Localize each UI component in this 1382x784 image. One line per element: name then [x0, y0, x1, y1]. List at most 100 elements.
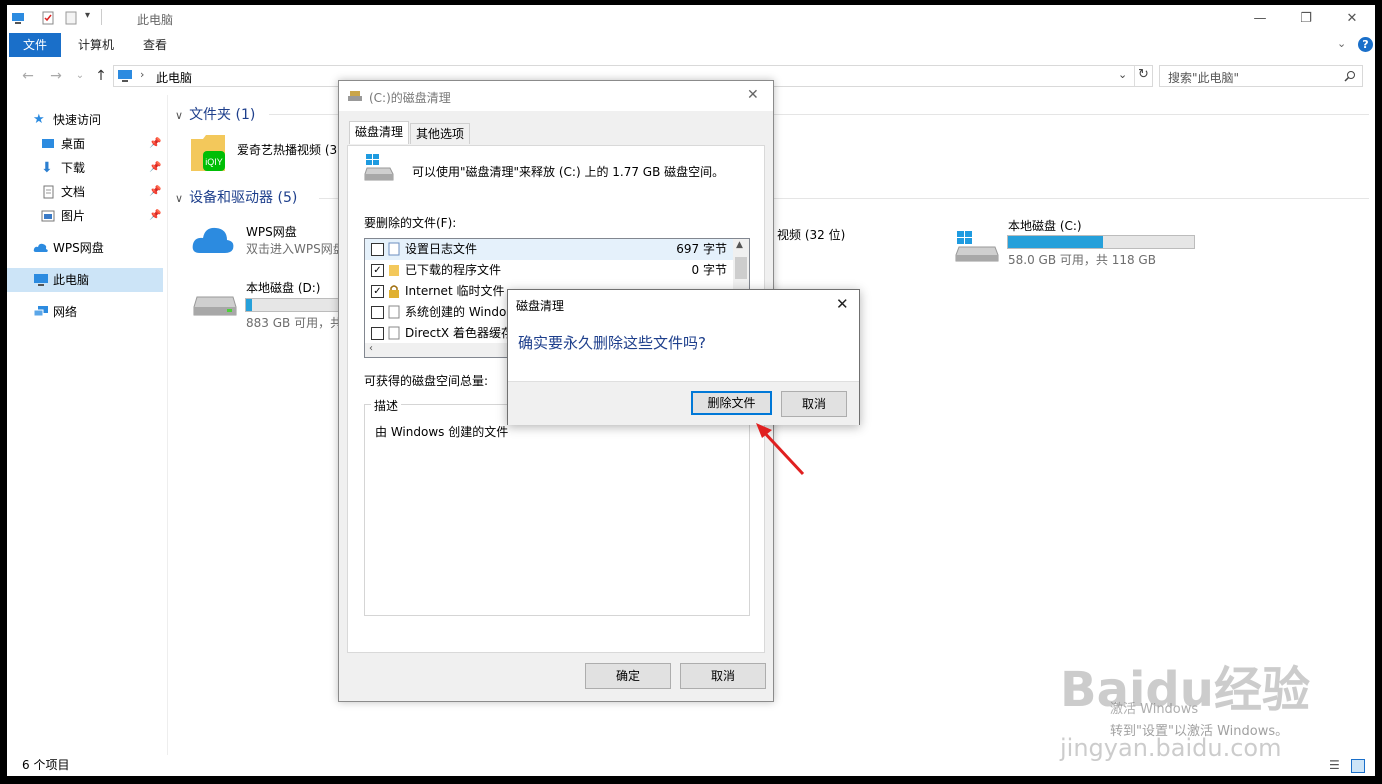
dialog-title-bar: (C:)的磁盘清理 ✕	[339, 81, 773, 111]
back-icon[interactable]: ←	[19, 67, 37, 85]
description-group: 描述 由 Windows 创建的文件	[364, 397, 750, 616]
confirm-dialog-title: 磁盘清理	[516, 299, 565, 313]
confirm-delete-dialog: 磁盘清理 ✕ 确实要永久删除这些文件吗? 删除文件 取消	[507, 289, 860, 425]
computer-icon	[12, 13, 24, 24]
checkbox[interactable]: ✓	[371, 264, 384, 277]
tab-computer[interactable]: 计算机	[64, 33, 128, 57]
drive-usage-bar	[1007, 235, 1195, 249]
chevron-down-icon: ∨	[175, 192, 184, 205]
computer-icon	[118, 70, 132, 82]
group-title: 设备和驱动器 (5)	[189, 190, 298, 206]
folder-icon	[389, 265, 399, 276]
close-icon[interactable]: ✕	[747, 87, 759, 103]
cancel-button[interactable]: 取消	[781, 391, 847, 417]
ribbon: 文件 计算机 查看 ⌄ ?	[7, 33, 1375, 57]
sidebar-item-quick-access[interactable]: ★ 快速访问	[7, 108, 163, 132]
large-icons-view-icon[interactable]	[1351, 759, 1365, 773]
arrow-annotation-icon	[756, 423, 805, 476]
delete-files-button[interactable]: 删除文件	[691, 391, 772, 415]
folder-icon: iQIY	[191, 135, 225, 171]
forward-icon[interactable]: →	[47, 67, 65, 85]
pin-icon[interactable]: 📌	[149, 204, 161, 228]
scroll-left-icon[interactable]: ‹	[369, 343, 373, 354]
minimize-button[interactable]: —	[1237, 5, 1283, 33]
drive-c-item[interactable]: 本地磁盘 (C:) 58.0 GB 可用，共 118 GB	[949, 217, 1199, 267]
drive-usage-fill	[246, 299, 252, 311]
ok-button[interactable]: 确定	[585, 663, 671, 689]
file-size: 697 字节	[676, 242, 727, 256]
help-icon[interactable]: ?	[1358, 37, 1373, 52]
pin-icon[interactable]: 📌	[149, 132, 161, 156]
window-title: 此电脑	[137, 13, 174, 27]
item-count: 6 个项目	[22, 758, 70, 772]
properties-icon[interactable]	[41, 11, 55, 25]
sidebar-item-label: 图片	[61, 209, 86, 223]
drives-group-header[interactable]: ∨ 设备和驱动器 (5)	[175, 187, 297, 207]
total-space-label: 可获得的磁盘空间总量:	[364, 374, 489, 388]
checkbox[interactable]: ✓	[371, 285, 384, 298]
folders-group-header[interactable]: ∨ 文件夹 (1)	[175, 104, 255, 124]
scroll-thumb[interactable]	[735, 257, 747, 279]
recent-chevron-icon[interactable]: ⌄	[71, 67, 89, 85]
expand-ribbon-icon[interactable]: ⌄	[1337, 37, 1346, 50]
pin-icon[interactable]: 📌	[149, 156, 161, 180]
sidebar-item-documents[interactable]: 文档 📌	[7, 180, 163, 204]
file-name: 设置日志文件	[405, 242, 478, 256]
document-icon	[388, 242, 400, 256]
dialog-title: (C:)的磁盘清理	[369, 91, 451, 105]
drive-d-item[interactable]: 本地磁盘 (D:) 883 GB 可用，共 9	[189, 279, 359, 330]
maximize-button[interactable]: ❐	[1283, 5, 1329, 33]
tab-file[interactable]: 文件	[9, 33, 62, 57]
watermark-url: jingyan.baidu.com	[1060, 734, 1282, 762]
sidebar-item-downloads[interactable]: ⬇ 下载 📌	[7, 156, 163, 180]
new-folder-icon[interactable]	[64, 11, 78, 25]
search-icon[interactable]	[1344, 70, 1356, 82]
close-icon[interactable]: ✕	[836, 295, 849, 313]
file-name: 系统创建的 Windows	[405, 305, 523, 319]
download-icon: ⬇	[41, 160, 53, 176]
sidebar-item-label: 快速访问	[53, 113, 102, 127]
sidebar-item-label: 此电脑	[53, 273, 90, 287]
list-item[interactable]: 设置日志文件 697 字节	[365, 239, 733, 260]
description-legend: 描述	[371, 397, 402, 414]
sidebar-item-this-pc[interactable]: 此电脑	[7, 268, 163, 292]
address-dropdown-icon[interactable]: ⌄	[1118, 68, 1127, 81]
search-placeholder: 搜索"此电脑"	[1168, 71, 1240, 85]
hard-drive-icon	[193, 296, 237, 316]
tab-more-options[interactable]: 其他选项	[410, 123, 471, 144]
checkbox[interactable]	[371, 306, 384, 319]
group-title: 文件夹 (1)	[189, 107, 256, 123]
tab-disk-cleanup[interactable]: 磁盘清理	[349, 121, 410, 144]
pin-icon[interactable]: 📌	[149, 180, 161, 204]
file-name: 已下载的程序文件	[405, 263, 502, 277]
tab-view[interactable]: 查看	[129, 33, 181, 57]
document-icon	[388, 326, 400, 340]
sidebar-item-network[interactable]: 网络	[7, 300, 163, 324]
cleanup-info: 可以使用"磁盘清理"来释放 (C:) 上的 1.77 GB 磁盘空间。	[412, 165, 725, 179]
close-button[interactable]: ✕	[1329, 5, 1375, 33]
svg-text:iQIY: iQIY	[205, 157, 223, 167]
scroll-up-icon[interactable]: ▲	[736, 240, 743, 250]
sidebar-item-label: 网络	[53, 305, 78, 319]
refresh-icon[interactable]: ↻	[1138, 67, 1149, 82]
folder-item[interactable]: iQIY 爱奇艺热播视频 (3	[189, 131, 339, 175]
drive-name: 本地磁盘 (D:)	[246, 281, 321, 295]
checkbox[interactable]	[371, 243, 384, 256]
disk-cleanup-icon	[348, 91, 362, 101]
checkbox[interactable]	[371, 327, 384, 340]
breadcrumb[interactable]: 此电脑	[156, 69, 192, 86]
up-icon[interactable]: ↑	[92, 67, 110, 85]
sidebar-item-desktop[interactable]: 桌面 📌	[7, 132, 163, 156]
customize-toolbar-icon[interactable]: ▾	[85, 10, 90, 21]
list-item[interactable]: ✓ 已下载的程序文件 0 字节	[365, 260, 733, 281]
breadcrumb-separator-icon: ›	[140, 68, 145, 81]
wps-drive-item[interactable]: WPS网盘 双击进入WPS网盘	[189, 219, 359, 263]
cancel-button[interactable]: 取消	[680, 663, 766, 689]
description-text: 由 Windows 创建的文件	[375, 425, 509, 439]
picture-icon	[41, 210, 55, 222]
cloud-icon	[33, 243, 48, 252]
document-icon	[388, 305, 400, 319]
search-input[interactable]: 搜索"此电脑"	[1159, 65, 1363, 87]
sidebar-item-wps-drive[interactable]: WPS网盘	[7, 236, 163, 260]
sidebar-item-pictures[interactable]: 图片 📌	[7, 204, 163, 228]
